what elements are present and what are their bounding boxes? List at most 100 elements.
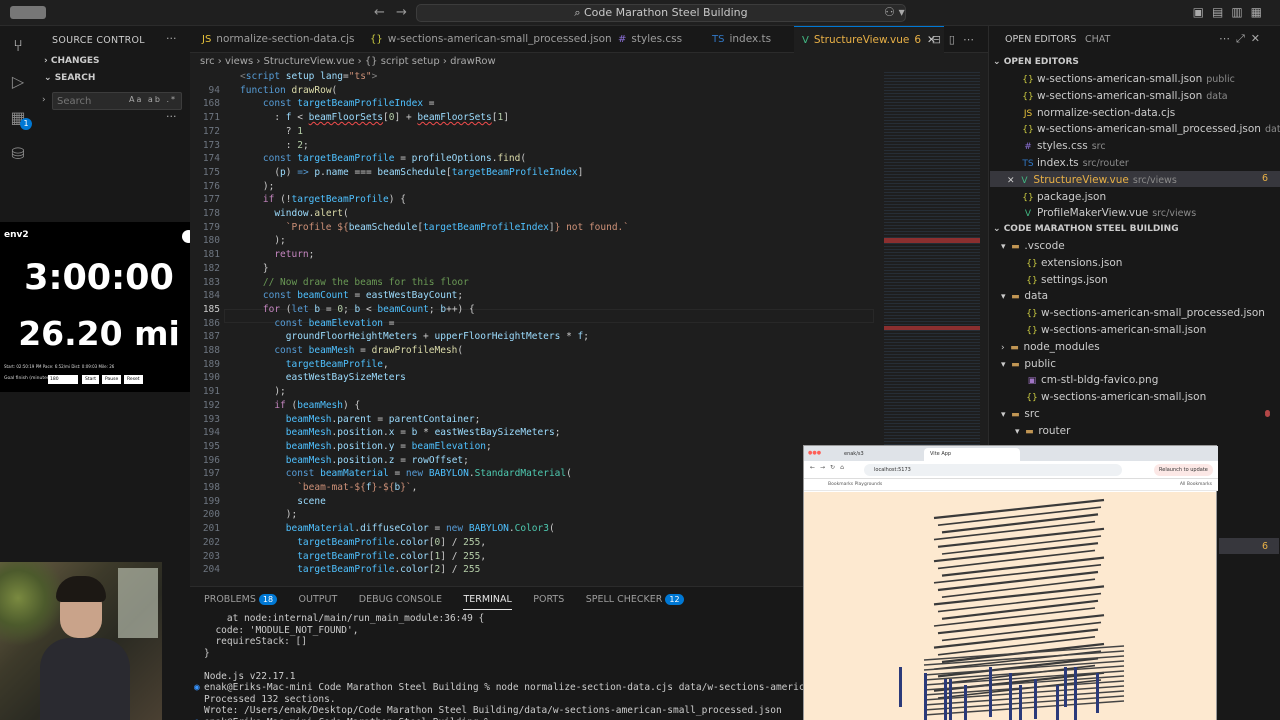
database-icon[interactable]: ⛁: [8, 144, 28, 164]
tab-normalize-section-data[interactable]: JS normalize-section-data.cjs: [202, 26, 355, 53]
browser-tab-vite[interactable]: Vite App: [924, 448, 1020, 461]
window-controls-icon[interactable]: ●●●: [808, 450, 821, 456]
code-line: `beam-mat-${f}-${b}`,: [297, 482, 418, 493]
code-line: if (beamMesh) {: [274, 399, 361, 411]
json-icon: {}: [1022, 75, 1034, 85]
line-number: 180: [202, 235, 220, 247]
line-number: 190: [202, 372, 220, 384]
line-number: 193: [202, 413, 220, 425]
line-number: 197: [202, 468, 220, 480]
run-debug-icon[interactable]: ▷: [8, 72, 28, 92]
pause-button[interactable]: Pause: [102, 375, 122, 384]
relaunch-button[interactable]: Relaunch to update: [1154, 464, 1213, 476]
tree-file[interactable]: {} extensions.json: [1015, 255, 1122, 271]
tree-folder[interactable]: ▾ ▬ router: [1015, 423, 1070, 439]
tree-file[interactable]: {} w-sections-american-small.json: [1015, 389, 1206, 405]
code-line: const targetBeamProfile = profileOptions…: [262, 153, 527, 165]
open-editors-section[interactable]: ⌄ OPEN EDITORS: [993, 57, 1079, 67]
browser-tab-enak[interactable]: enak/s3: [838, 448, 918, 461]
line-number: 202: [202, 536, 220, 548]
editor-actions[interactable]: ⊟▯⋯: [932, 33, 982, 46]
tree-folder[interactable]: ▾ ▬ .vscode: [1001, 238, 1065, 254]
open-editor-item[interactable]: JS normalize-section-data.cjs: [1021, 105, 1175, 121]
column: [989, 667, 992, 717]
back-arrow-icon[interactable]: ←: [374, 5, 385, 20]
source-control-icon[interactable]: ⑂: [8, 36, 28, 56]
json-icon: {}: [370, 34, 383, 45]
all-bookmarks[interactable]: All Bookmarks: [1180, 479, 1212, 491]
copilot-icon[interactable]: ⚇ ▾: [884, 5, 905, 19]
code-line: }: [240, 262, 269, 274]
tab-processed-json[interactable]: {} w-sections-american-small_processed.js…: [370, 26, 612, 53]
code-line: scene: [297, 495, 326, 507]
3d-scene[interactable]: [804, 492, 1216, 720]
open-editor-item[interactable]: {} w-sections-american-small_processed.js…: [1021, 121, 1280, 137]
tree-folder[interactable]: ▾ ▬ data: [1001, 288, 1048, 304]
search-box: Aa ab .*: [52, 92, 182, 110]
tab-structure-view[interactable]: V StructureView.vue 6 ✕: [794, 26, 944, 53]
tab-spell-checker[interactable]: SPELL CHECKER 12: [586, 591, 684, 609]
tab-problems[interactable]: PROBLEMS 18: [204, 591, 278, 609]
tree-file[interactable]: ▣ cm-stl-bldg-favico.png: [1015, 372, 1159, 388]
terminal-line: ◉enak@Eriks-Mac-mini Code Marathon Steel…: [194, 717, 496, 720]
window-controls[interactable]: [10, 6, 46, 19]
tab-chat[interactable]: CHAT: [1085, 34, 1110, 45]
tree-folder[interactable]: › ▬ node_modules: [1001, 339, 1100, 355]
steel-structure-render: [899, 498, 1125, 720]
line-number: 199: [202, 495, 220, 507]
problem-count: 6: [914, 34, 921, 46]
open-editor-item[interactable]: {} w-sections-american-small.json public: [1021, 71, 1235, 87]
column: [899, 667, 902, 707]
open-editor-item[interactable]: ✕ V StructureView.vue src/views: [1007, 172, 1177, 188]
code-line: : 2;: [240, 139, 309, 151]
tab-output[interactable]: OUTPUT: [299, 591, 338, 609]
open-editor-item[interactable]: V ProfileMakerView.vue src/views: [1021, 205, 1196, 221]
marathon-distance: 26.20 mi: [18, 314, 180, 353]
search-input[interactable]: [53, 93, 125, 109]
tree-folder[interactable]: ▾ ▬ public: [1001, 356, 1056, 372]
tree-file[interactable]: {} w-sections-american-small.json: [1015, 322, 1206, 338]
more-icon[interactable]: ···: [166, 32, 177, 45]
line-number: 200: [202, 509, 220, 521]
forward-arrow-icon[interactable]: →: [396, 5, 407, 20]
breadcrumb[interactable]: src › views › StructureView.vue › {} scr…: [200, 54, 496, 70]
background-window: [118, 568, 158, 638]
tab-styles-css[interactable]: # styles.css: [618, 26, 682, 53]
reset-button[interactable]: Reset: [124, 375, 143, 384]
search-section[interactable]: ⌄ SEARCH: [44, 73, 95, 83]
tab-open-editors[interactable]: OPEN EDITORS: [1005, 34, 1076, 45]
spell-checker-badge: 12: [665, 594, 684, 605]
chevron-icon: ▾: [1015, 426, 1023, 437]
line-number: 176: [202, 180, 220, 192]
bookmarks-left[interactable]: Bookmarks Playgrounds: [828, 479, 882, 491]
command-center[interactable]: ⌕ Code Marathon Steel Building: [416, 4, 906, 22]
tab-index-ts[interactable]: TS index.ts: [712, 26, 771, 53]
tree-folder[interactable]: ▾ ▬ src: [1001, 406, 1040, 422]
changes-section[interactable]: › CHANGES: [44, 56, 100, 66]
panel-actions[interactable]: ⋯⤢✕: [1219, 32, 1266, 46]
open-editor-item[interactable]: {} package.json: [1021, 189, 1106, 205]
tab-debug-console[interactable]: DEBUG CONSOLE: [359, 591, 442, 609]
more-icon[interactable]: ···: [166, 110, 177, 123]
start-button[interactable]: Start: [82, 375, 99, 384]
open-editor-item[interactable]: {} w-sections-american-small.json data: [1021, 88, 1227, 104]
code-line: const beamMaterial = new BABYLON.Standar…: [285, 468, 572, 480]
code-line: beamMesh.position.x = b * eastWestBaySiz…: [285, 427, 561, 439]
open-editor-item[interactable]: TS index.ts src/router: [1021, 155, 1128, 171]
tab-ports[interactable]: PORTS: [533, 591, 564, 609]
address-bar[interactable]: localhost:5173: [864, 464, 1122, 476]
tree-file[interactable]: {} w-sections-american-small_processed.js…: [1015, 305, 1265, 321]
tree-file[interactable]: {} settings.json: [1015, 272, 1107, 288]
column: [1034, 679, 1037, 719]
close-icon[interactable]: ✕: [1007, 176, 1017, 186]
browser-nav-icons[interactable]: ←→↻⌂: [810, 464, 849, 471]
column: [964, 685, 967, 720]
tab-terminal[interactable]: TERMINAL: [463, 591, 512, 610]
open-editor-item[interactable]: # styles.css src: [1021, 138, 1105, 154]
explorer-section[interactable]: ⌄ CODE MARATHON STEEL BUILDING: [993, 224, 1179, 234]
goal-input[interactable]: 180: [48, 375, 78, 384]
search-options[interactable]: Aa ab .*: [129, 95, 177, 104]
layout-controls[interactable]: ▣▤▥▦: [1193, 5, 1270, 19]
chevron-right-icon[interactable]: ›: [42, 95, 46, 105]
column: [944, 679, 947, 720]
